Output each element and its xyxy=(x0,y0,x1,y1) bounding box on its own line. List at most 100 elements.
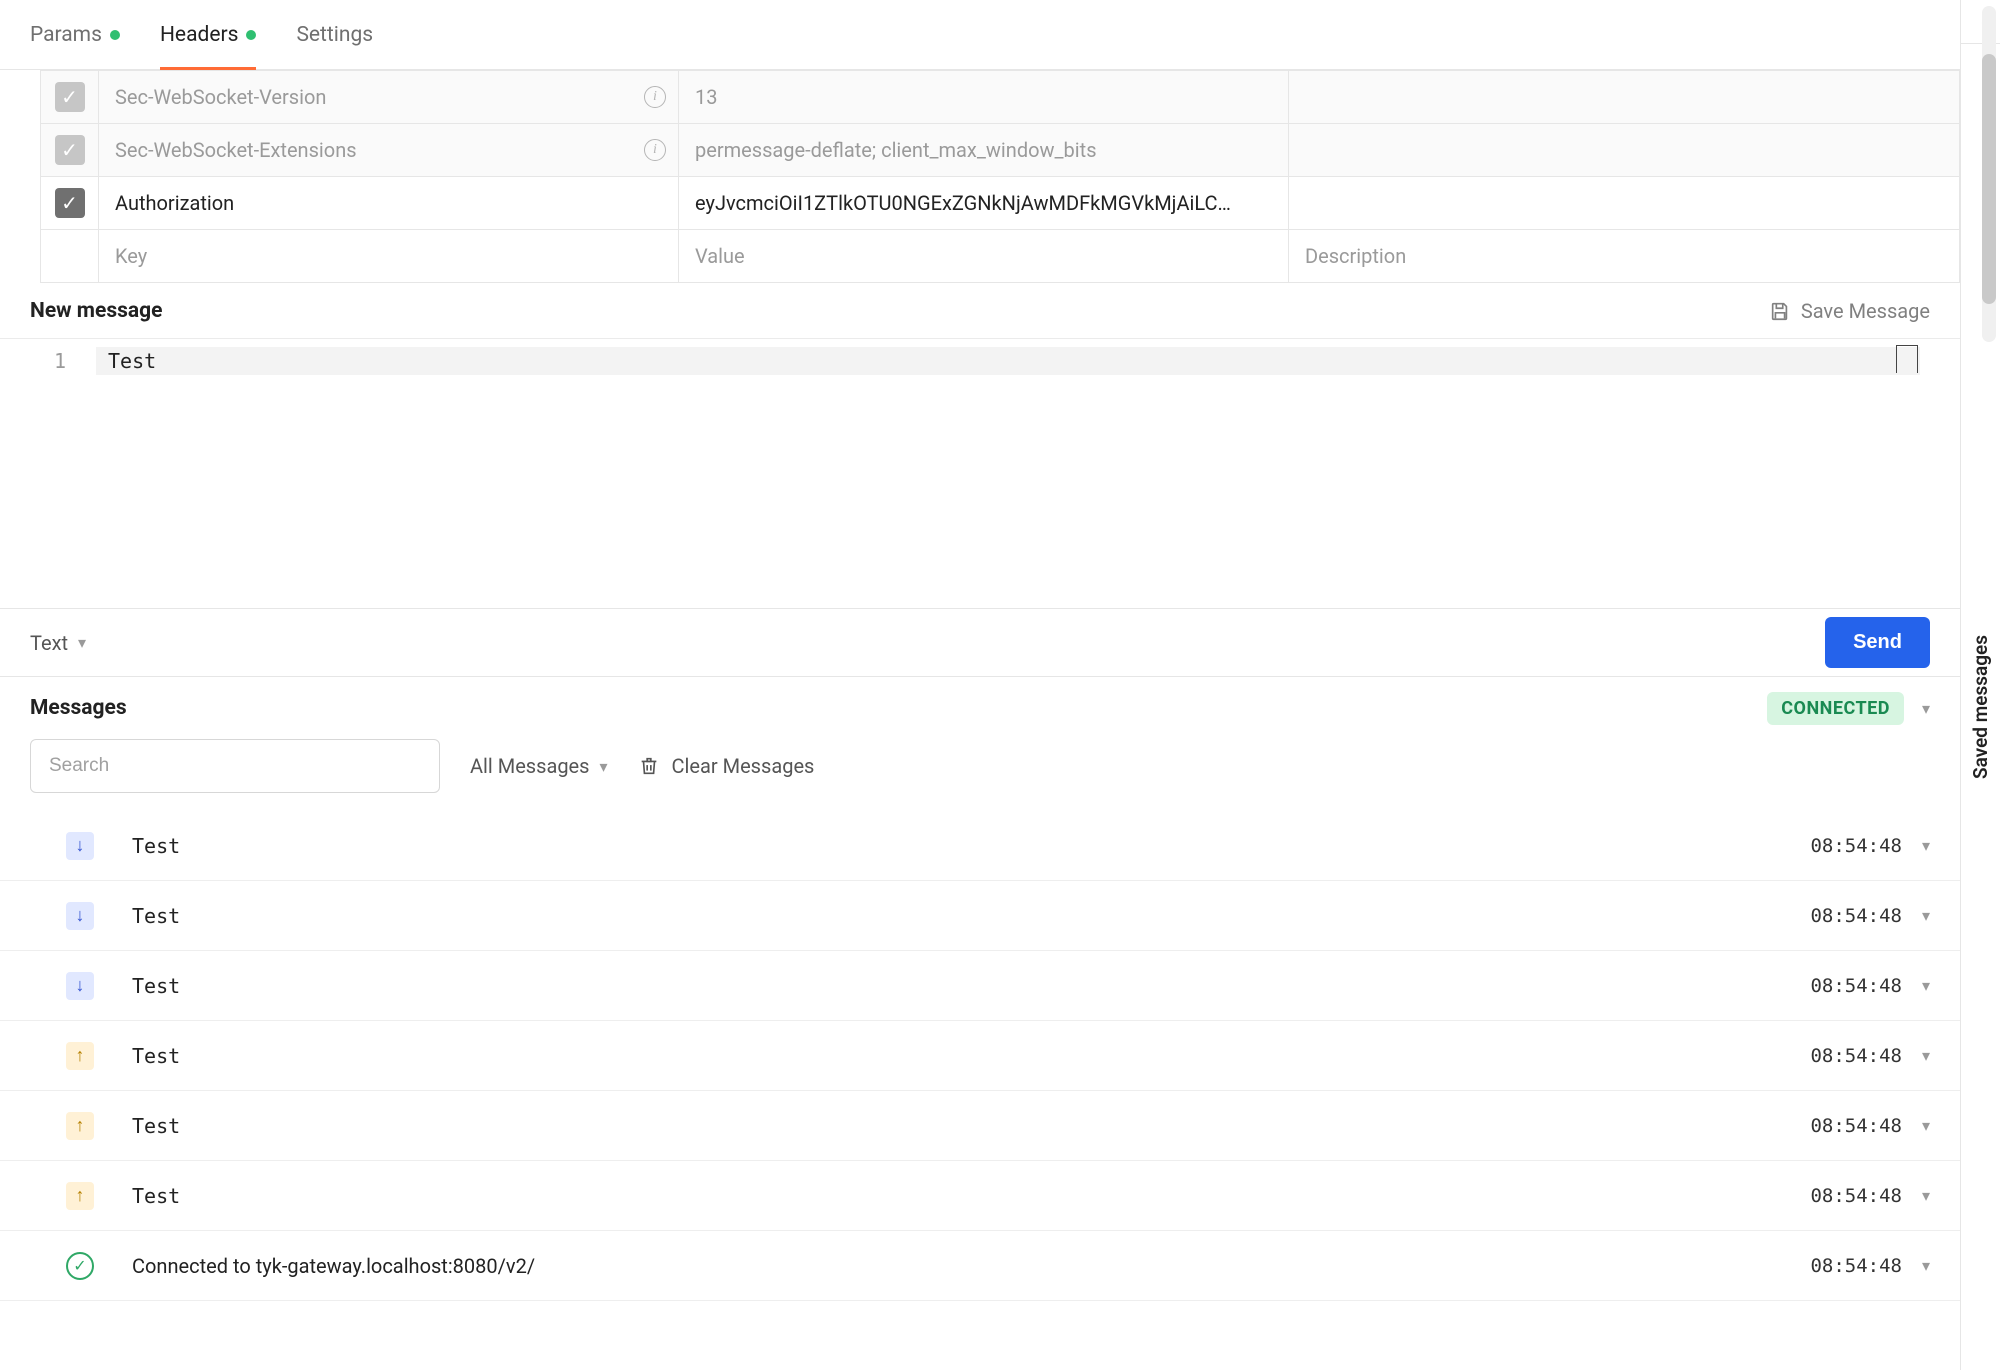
incoming-icon: ↓ xyxy=(66,832,94,860)
message-row[interactable]: ↑ Test08:54:48 ▾ xyxy=(0,1091,1960,1161)
tab-params-dot-icon xyxy=(110,30,120,40)
info-icon[interactable]: i xyxy=(644,139,666,161)
messages-search-input[interactable] xyxy=(30,739,440,793)
success-icon: ✓ xyxy=(66,1252,94,1280)
editor-gutter: 1 xyxy=(0,339,96,608)
message-time: 08:54:48 xyxy=(1810,1255,1902,1277)
scrollbar-track[interactable] xyxy=(1982,6,1996,342)
tab-headers[interactable]: Headers xyxy=(160,0,256,69)
editor-body[interactable]: Test xyxy=(96,339,1960,608)
header-key-cell[interactable]: Authorization xyxy=(99,177,679,230)
send-button[interactable]: Send xyxy=(1825,617,1930,668)
header-desc-cell[interactable] xyxy=(1289,177,1960,230)
message-time: 08:54:48 xyxy=(1810,835,1902,857)
outgoing-icon: ↑ xyxy=(66,1112,94,1140)
clear-messages-label: Clear Messages xyxy=(672,754,815,778)
messages-title: Messages xyxy=(30,696,127,720)
selection-handle-icon[interactable] xyxy=(1896,345,1918,373)
messages-filter-select[interactable]: All Messages ▾ xyxy=(470,754,608,778)
headers-table-wrap: ✓ Sec-WebSocket-Versioni13 ✓ Sec-WebSocket-… xyxy=(0,70,1960,283)
messages-filter-label: All Messages xyxy=(470,754,589,778)
header-value-cell[interactable]: 13 xyxy=(679,71,1289,124)
header-desc-cell[interactable] xyxy=(1289,124,1960,177)
tab-settings[interactable]: Settings xyxy=(296,0,373,69)
chevron-down-icon[interactable]: ▾ xyxy=(1922,976,1930,995)
header-desc-cell[interactable] xyxy=(1289,71,1960,124)
chevron-down-icon: ▾ xyxy=(599,757,607,776)
message-text: Test xyxy=(132,1044,1810,1068)
content-pane: Params Headers Settings ✓ Sec-WebSocket-V… xyxy=(0,0,1960,1370)
tab-headers-label: Headers xyxy=(160,23,238,47)
chevron-down-icon[interactable]: ▾ xyxy=(1922,1186,1930,1205)
header-new-row[interactable]: KeyValueDescription xyxy=(41,230,1960,283)
header-row[interactable]: ✓ Sec-WebSocket-Extensionsipermessage-def… xyxy=(41,124,1960,177)
message-editor[interactable]: 1 Test xyxy=(0,339,1960,609)
messages-header: Messages CONNECTED ▾ xyxy=(0,677,1960,739)
message-text: Connected to tyk-gateway.localhost:8080/… xyxy=(132,1254,1810,1278)
header-row[interactable]: ✓ Sec-WebSocket-Versioni13 xyxy=(41,71,1960,124)
header-key-cell[interactable]: Sec-WebSocket-Extensionsi xyxy=(99,124,679,177)
header-value-cell[interactable]: permessage-deflate; client_max_window_bi… xyxy=(679,124,1289,177)
tab-headers-dot-icon xyxy=(246,30,256,40)
header-desc-input[interactable]: Description xyxy=(1289,230,1960,283)
message-text: Test xyxy=(132,904,1810,928)
chevron-down-icon: ▾ xyxy=(78,633,86,652)
header-key-input[interactable]: Key xyxy=(99,230,679,283)
tab-params[interactable]: Params xyxy=(30,0,120,69)
chevron-down-icon[interactable]: ▾ xyxy=(1922,1116,1930,1135)
message-type-select[interactable]: Text ▾ xyxy=(30,631,86,655)
chevron-down-icon[interactable]: ▾ xyxy=(1922,1046,1930,1065)
outgoing-icon: ↑ xyxy=(66,1182,94,1210)
messages-list: ↓Test08:54:48▾↓Test08:54:48▾↓Test08:54:4… xyxy=(0,811,1960,1370)
header-key-cell[interactable]: Sec-WebSocket-Versioni xyxy=(99,71,679,124)
message-row[interactable]: ↑ Test08:54:48 ▾ xyxy=(0,1161,1960,1231)
clear-messages-button[interactable]: Clear Messages xyxy=(638,754,815,778)
message-text: Test xyxy=(132,834,1810,858)
new-message-header: New message Save Message xyxy=(0,283,1960,339)
messages-toolbar: All Messages ▾ Clear Messages xyxy=(0,739,1960,811)
message-row[interactable]: ↓ Test08:54:48 ▾ xyxy=(0,881,1960,951)
saved-messages-label: Saved messages xyxy=(1969,635,1992,779)
chevron-down-icon[interactable]: ▾ xyxy=(1922,836,1930,855)
line-number: 1 xyxy=(0,347,96,375)
connection-status-badge: CONNECTED xyxy=(1767,692,1904,725)
message-type-label: Text xyxy=(30,631,68,655)
save-message-label: Save Message xyxy=(1801,299,1930,323)
scrollbar-thumb[interactable] xyxy=(1982,54,1996,304)
send-button-label: Send xyxy=(1853,631,1902,653)
message-row[interactable]: ↑ Test08:54:48 ▾ xyxy=(0,1021,1960,1091)
header-checkbox[interactable]: ✓ xyxy=(55,82,85,112)
chevron-down-icon[interactable]: ▾ xyxy=(1922,906,1930,925)
save-message-button[interactable]: Save Message xyxy=(1769,299,1930,323)
header-checkbox[interactable]: ✓ xyxy=(55,135,85,165)
new-message-title: New message xyxy=(30,299,162,323)
editor-footer: Text ▾ Send xyxy=(0,609,1960,677)
message-row[interactable]: ↓ Test08:54:48 ▾ xyxy=(0,811,1960,881)
message-time: 08:54:48 xyxy=(1810,1115,1902,1137)
incoming-icon: ↓ xyxy=(66,972,94,1000)
save-icon xyxy=(1769,300,1791,322)
message-text: Test xyxy=(132,1114,1810,1138)
message-row[interactable]: ↓Test08:54:48▾ xyxy=(0,951,1960,1021)
outgoing-icon: ↑ xyxy=(66,1042,94,1070)
header-row[interactable]: ✓ AuthorizationeyJvcmciOiI1ZTlkOTU0NGExZG… xyxy=(41,177,1960,230)
header-checkbox[interactable]: ✓ xyxy=(55,188,85,218)
tab-params-label: Params xyxy=(30,23,102,47)
message-time: 08:54:48 xyxy=(1810,905,1902,927)
trash-icon xyxy=(638,755,660,777)
chevron-down-icon[interactable]: ▾ xyxy=(1922,1256,1930,1275)
message-time: 08:54:48 xyxy=(1810,1185,1902,1207)
message-text: Test xyxy=(132,974,1810,998)
message-row[interactable]: ✓ Connected to tyk-gateway.localhost:8080… xyxy=(0,1231,1960,1301)
info-icon[interactable]: i xyxy=(644,86,666,108)
chevron-down-icon[interactable]: ▾ xyxy=(1922,699,1930,718)
editor-line: Test xyxy=(96,347,1920,375)
headers-table: ✓ Sec-WebSocket-Versioni13 ✓ Sec-WebSocket-… xyxy=(40,70,1960,283)
header-checkbox-empty xyxy=(41,230,99,283)
header-value-input[interactable]: Value xyxy=(679,230,1289,283)
message-text: Test xyxy=(132,1184,1810,1208)
message-time: 08:54:48 xyxy=(1810,1045,1902,1067)
tabs-bar: Params Headers Settings xyxy=(0,0,1960,70)
header-value-cell[interactable]: eyJvcmciOiI1ZTlkOTU0NGExZGNkNjAwMDFkMGVk… xyxy=(679,177,1289,230)
incoming-icon: ↓ xyxy=(66,902,94,930)
